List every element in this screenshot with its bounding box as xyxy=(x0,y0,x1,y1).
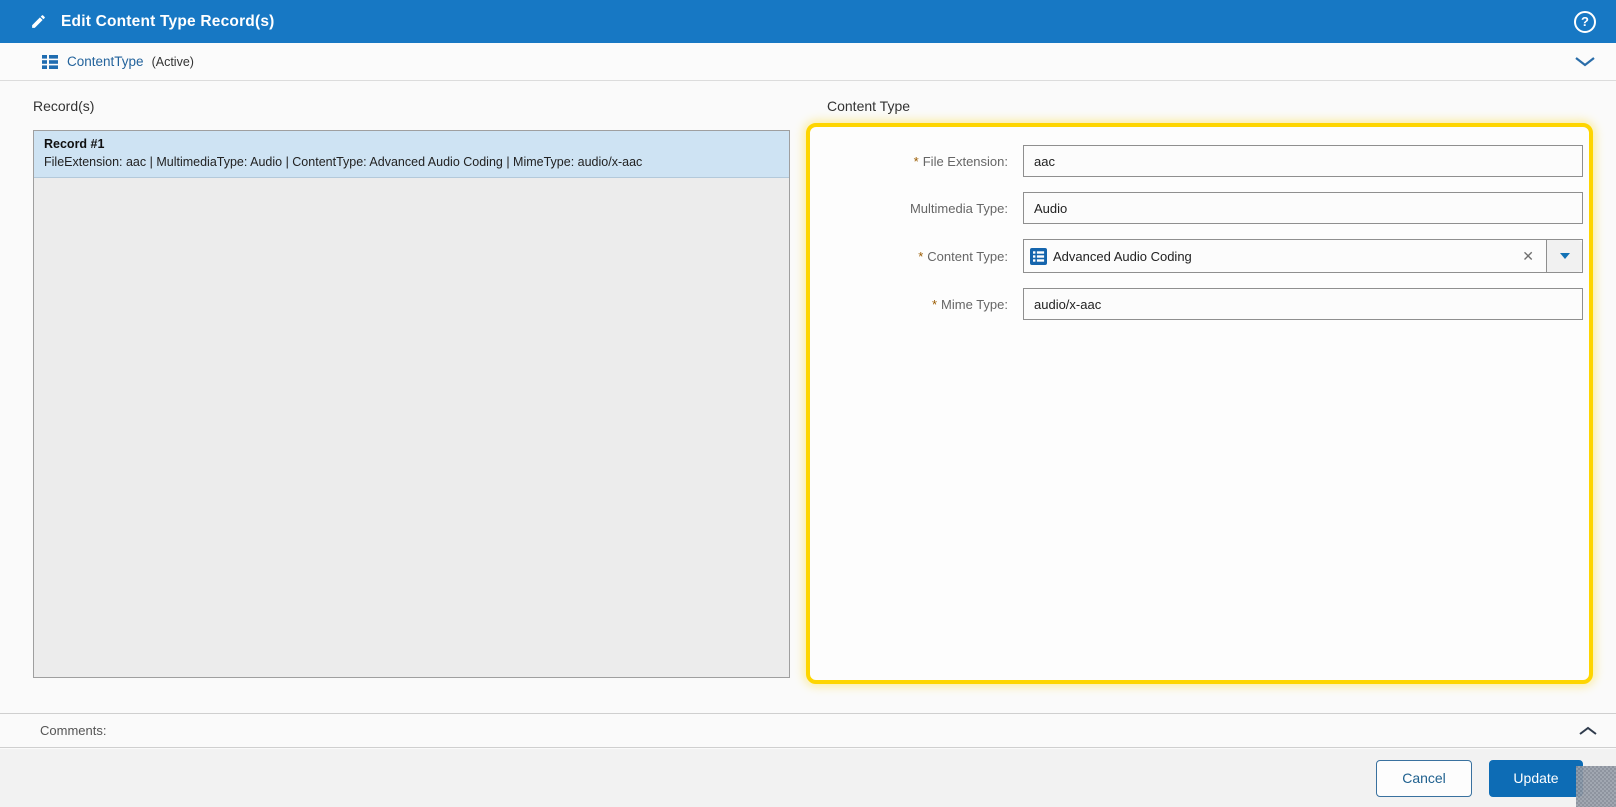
file-extension-label: * File Extension: xyxy=(913,153,1008,169)
table-icon xyxy=(42,54,58,69)
footer-actions: Cancel Update xyxy=(0,749,1616,807)
multimedia-type-label: Multimedia Type: xyxy=(909,200,1008,216)
title-bar: Edit Content Type Record(s) ? xyxy=(0,0,1616,43)
required-marker: * xyxy=(913,153,919,169)
multimedia-type-input[interactable] xyxy=(1023,192,1583,224)
chevron-up-icon[interactable] xyxy=(1578,726,1598,736)
update-button[interactable]: Update xyxy=(1489,759,1583,797)
content-type-lookup[interactable]: Advanced Audio Coding ✕ xyxy=(1023,239,1583,273)
mime-type-label: * Mime Type: xyxy=(931,296,1008,312)
entity-name: ContentType xyxy=(67,54,144,69)
records-section-title: Record(s) xyxy=(33,98,95,114)
record-list-item[interactable]: Record #1 FileExtension: aac | Multimedi… xyxy=(34,131,789,178)
form-row-mime-type: * Mime Type: xyxy=(810,288,1589,320)
pencil-icon xyxy=(30,13,47,30)
clear-icon[interactable]: ✕ xyxy=(1522,249,1534,263)
record-summary: FileExtension: aac | MultimediaType: Aud… xyxy=(44,154,643,169)
comments-label: Comments: xyxy=(40,723,107,738)
form-row-multimedia-type: Multimedia Type: xyxy=(810,192,1589,224)
required-marker: * xyxy=(918,248,924,264)
caret-down-icon xyxy=(1559,253,1570,259)
mime-type-input[interactable] xyxy=(1023,288,1583,320)
record-form: *File Extension: Multimedia Type: *Conte… xyxy=(806,123,1593,684)
form-row-file-extension: * File Extension: xyxy=(810,145,1589,177)
selection-artifact xyxy=(1576,766,1616,807)
lookup-record-icon xyxy=(1030,247,1047,265)
record-title: Record #1 xyxy=(44,137,105,151)
content-type-dropdown-button[interactable] xyxy=(1546,240,1582,272)
content-type-lookup-value[interactable]: Advanced Audio Coding ✕ xyxy=(1024,240,1546,272)
form-section-title: Content Type xyxy=(827,98,911,114)
help-icon[interactable]: ? xyxy=(1574,10,1596,33)
entity-status: (Active) xyxy=(151,54,194,69)
content-type-label: * Content Type: xyxy=(918,248,1008,264)
main-content: Record(s) Record #1 FileExtension: aac |… xyxy=(0,82,1616,713)
file-extension-input[interactable] xyxy=(1023,145,1583,177)
chevron-down-icon[interactable] xyxy=(1574,56,1596,67)
comments-bar[interactable]: Comments: xyxy=(0,713,1616,748)
dialog-title: Edit Content Type Record(s) xyxy=(61,12,275,30)
cancel-button[interactable]: Cancel xyxy=(1376,759,1472,797)
form-row-content-type: * Content Type: Advanced Audio Coding ✕ xyxy=(810,239,1589,273)
content-type-value: Advanced Audio Coding xyxy=(1053,248,1192,264)
edit-record-dialog: Edit Content Type Record(s) ? ContentTyp… xyxy=(0,0,1616,807)
required-marker: * xyxy=(931,296,938,312)
records-list: Record #1 FileExtension: aac | Multimedi… xyxy=(33,130,790,678)
entity-header: ContentType (Active) xyxy=(0,43,1616,81)
